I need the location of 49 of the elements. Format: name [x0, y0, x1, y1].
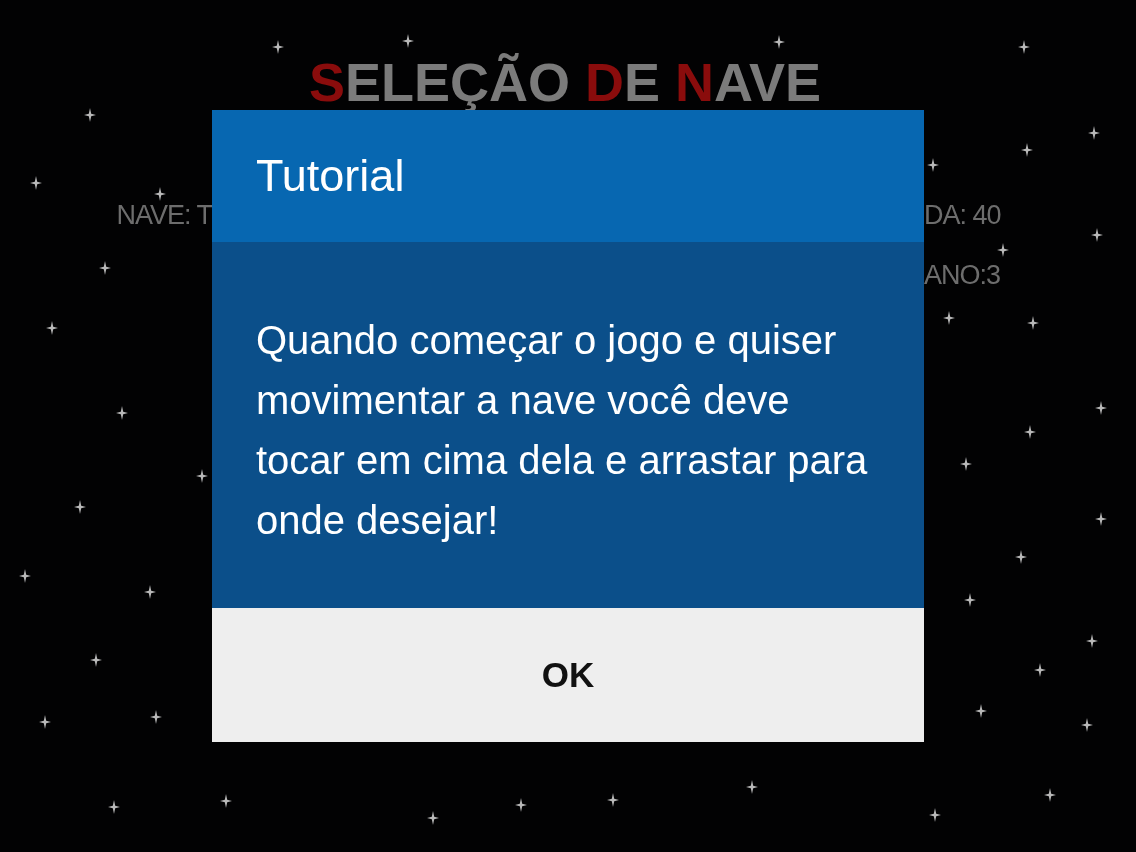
- star-icon: [515, 798, 527, 812]
- ship-stat-text: NAVE: T: [116, 202, 212, 229]
- star-icon: [943, 311, 955, 325]
- star-icon: [272, 40, 284, 54]
- star-icon: [74, 500, 86, 514]
- star-icon: [30, 176, 42, 190]
- star-icon: [1034, 663, 1046, 677]
- ship-stat-text: ANO:3: [924, 262, 1001, 289]
- star-icon: [116, 406, 128, 420]
- star-icon: [1018, 40, 1030, 54]
- star-icon: [1095, 401, 1107, 415]
- star-icon: [46, 321, 58, 335]
- game-title: SELEÇÃO DE NAVE: [308, 51, 822, 114]
- star-icon: [1095, 512, 1107, 526]
- star-icon: [1091, 228, 1103, 242]
- star-icon: [773, 35, 785, 49]
- dialog-title: Tutorial: [256, 150, 405, 202]
- star-icon: [746, 780, 758, 794]
- star-icon: [90, 653, 102, 667]
- ship-stat-text: DA: 40: [924, 202, 1001, 229]
- star-icon: [154, 187, 166, 201]
- star-icon: [927, 158, 939, 172]
- star-icon: [960, 457, 972, 471]
- star-icon: [19, 569, 31, 583]
- star-icon: [39, 715, 51, 729]
- star-icon: [1021, 143, 1033, 157]
- star-icon: [997, 243, 1009, 257]
- star-icon: [1024, 425, 1036, 439]
- star-icon: [144, 585, 156, 599]
- star-icon: [1015, 550, 1027, 564]
- star-icon: [929, 808, 941, 822]
- star-icon: [108, 800, 120, 814]
- star-icon: [975, 704, 987, 718]
- star-icon: [1086, 634, 1098, 648]
- dialog-message: Quando começar o jogo e quiser movimentar a nave você deve tocar em cima dela e arrastar para onde desejar!: [256, 317, 869, 544]
- star-icon: [427, 811, 439, 825]
- star-icon: [196, 469, 208, 483]
- star-icon: [402, 34, 414, 48]
- star-icon: [220, 794, 232, 808]
- star-icon: [150, 710, 162, 724]
- star-icon: [964, 593, 976, 607]
- star-icon: [1027, 316, 1039, 330]
- star-icon: [1044, 788, 1056, 802]
- star-icon: [607, 793, 619, 807]
- star-icon: [1081, 718, 1093, 732]
- star-icon: [84, 108, 96, 122]
- ok-button[interactable]: OK: [212, 608, 924, 742]
- star-icon: [1088, 126, 1100, 140]
- star-icon: [99, 261, 111, 275]
